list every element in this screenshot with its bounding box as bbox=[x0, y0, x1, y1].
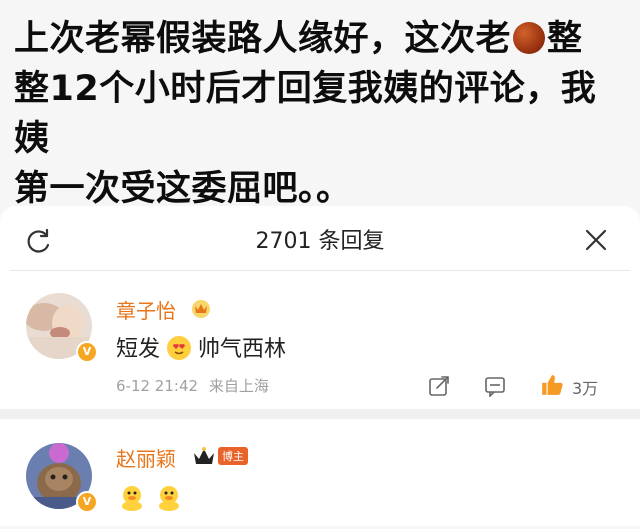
replies-panel: 2701 条回复 V 章子怡 短发 帅气西林 6-12 21:42 来自上海 3… bbox=[0, 206, 640, 526]
share-icon[interactable] bbox=[428, 375, 450, 397]
post-line3-text: 第一次受这委屈吧。。 bbox=[14, 169, 352, 209]
comment-item[interactable]: V 章子怡 短发 帅气西林 6-12 21:42 来自上海 3万 bbox=[0, 271, 640, 409]
comment-location: 来自上海 bbox=[208, 377, 269, 395]
vip-crown-icon bbox=[192, 300, 210, 318]
comment-username[interactable]: 章子怡 bbox=[116, 295, 176, 324]
section-gap bbox=[0, 409, 640, 419]
duck-emoji-icon bbox=[122, 486, 142, 511]
comment-icon[interactable] bbox=[484, 375, 506, 397]
panel-header: 2701 条回复 bbox=[0, 206, 640, 270]
heart-eyes-emoji-icon bbox=[167, 336, 192, 360]
like-count: 3万 bbox=[572, 379, 599, 398]
blogger-tag: 博主 bbox=[218, 447, 248, 465]
comment-username[interactable]: 赵丽颖 bbox=[116, 443, 176, 472]
duck-emoji-icon bbox=[159, 486, 180, 511]
post-line2-text: 整12个小时后才回复我姨的评论，我姨 bbox=[14, 69, 597, 159]
verified-badge-icon: V bbox=[76, 491, 98, 513]
vip-crown-icon bbox=[194, 447, 214, 464]
comment-meta: 6-12 21:42 来自上海 bbox=[116, 375, 269, 396]
post-text: 上次老幂假装路人缘好，这次老整 整12个小时后才回复我姨的评论，我姨 第一次受这… bbox=[14, 14, 626, 214]
comment-emoji-row bbox=[118, 483, 183, 515]
comment-text: 短发 帅气西林 bbox=[116, 331, 286, 363]
verified-badge-icon: V bbox=[76, 341, 98, 363]
chestnut-emoji-icon bbox=[513, 22, 546, 54]
close-icon[interactable] bbox=[584, 228, 608, 252]
comment-text-part2: 帅气西林 bbox=[198, 337, 287, 362]
like-icon[interactable] bbox=[540, 373, 564, 397]
post-line1-end: 整 bbox=[547, 19, 583, 59]
panel-title: 2701 条回复 bbox=[255, 229, 385, 254]
comment-text-part1: 短发 bbox=[116, 337, 161, 362]
post-line1-text: 上次老幂假装路人缘好，这次老 bbox=[14, 19, 512, 59]
comment-time: 6-12 21:42 bbox=[116, 377, 199, 395]
